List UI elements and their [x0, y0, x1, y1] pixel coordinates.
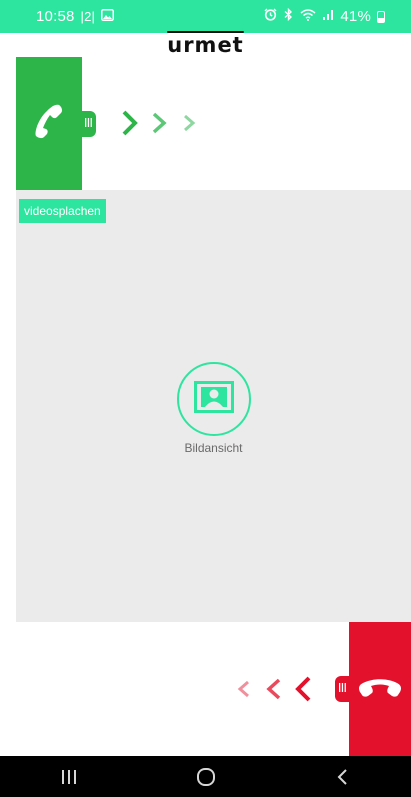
chevron-right-icon [122, 110, 138, 136]
portrait-icon [194, 380, 234, 418]
battery-percent: 41% [340, 8, 371, 25]
video-tag: videosplachen [19, 199, 106, 223]
answer-swipe-arrows [120, 108, 200, 138]
back-icon [337, 768, 347, 785]
chevron-left-icon [295, 676, 311, 702]
answer-call-slider[interactable] [16, 57, 82, 190]
status-bar: 10:58 |2| 41% [0, 0, 411, 33]
alarm-icon [264, 8, 277, 25]
status-right: 41% [264, 7, 385, 25]
chevron-right-icon [152, 112, 167, 134]
hangup-swipe-arrows [233, 674, 313, 704]
status-time: 10:58 [36, 8, 75, 25]
video-preview-area: videosplachen Bildansicht [16, 190, 411, 622]
chevron-left-icon [266, 678, 281, 700]
hangup-icon [357, 676, 403, 703]
back-button[interactable] [313, 762, 373, 792]
signal-icon [322, 8, 334, 25]
recents-icon [61, 769, 76, 784]
wifi-icon [300, 8, 316, 25]
recents-button[interactable] [39, 762, 99, 792]
answer-slider-handle[interactable] [81, 111, 96, 137]
status-left: 10:58 |2| [36, 8, 115, 25]
image-view-label: Bildansicht [184, 441, 243, 455]
image-view-button[interactable] [177, 362, 251, 436]
status-separator: |2| [80, 9, 96, 24]
gallery-icon [101, 8, 115, 25]
grip-icon [339, 683, 346, 695]
battery-icon [377, 10, 385, 23]
grip-icon [85, 118, 92, 130]
chevron-right-icon [184, 114, 196, 132]
home-button[interactable] [176, 762, 236, 792]
home-icon [196, 767, 215, 786]
chevron-left-icon [237, 680, 249, 698]
bluetooth-icon [283, 7, 294, 25]
hangup-call-slider[interactable] [349, 622, 411, 756]
navigation-bar [0, 756, 411, 797]
hangup-slider-handle[interactable] [335, 676, 350, 702]
left-edge [0, 33, 16, 756]
brand-logo: urmet [167, 33, 244, 57]
app-header: urmet [0, 33, 411, 57]
phone-icon [34, 103, 64, 144]
